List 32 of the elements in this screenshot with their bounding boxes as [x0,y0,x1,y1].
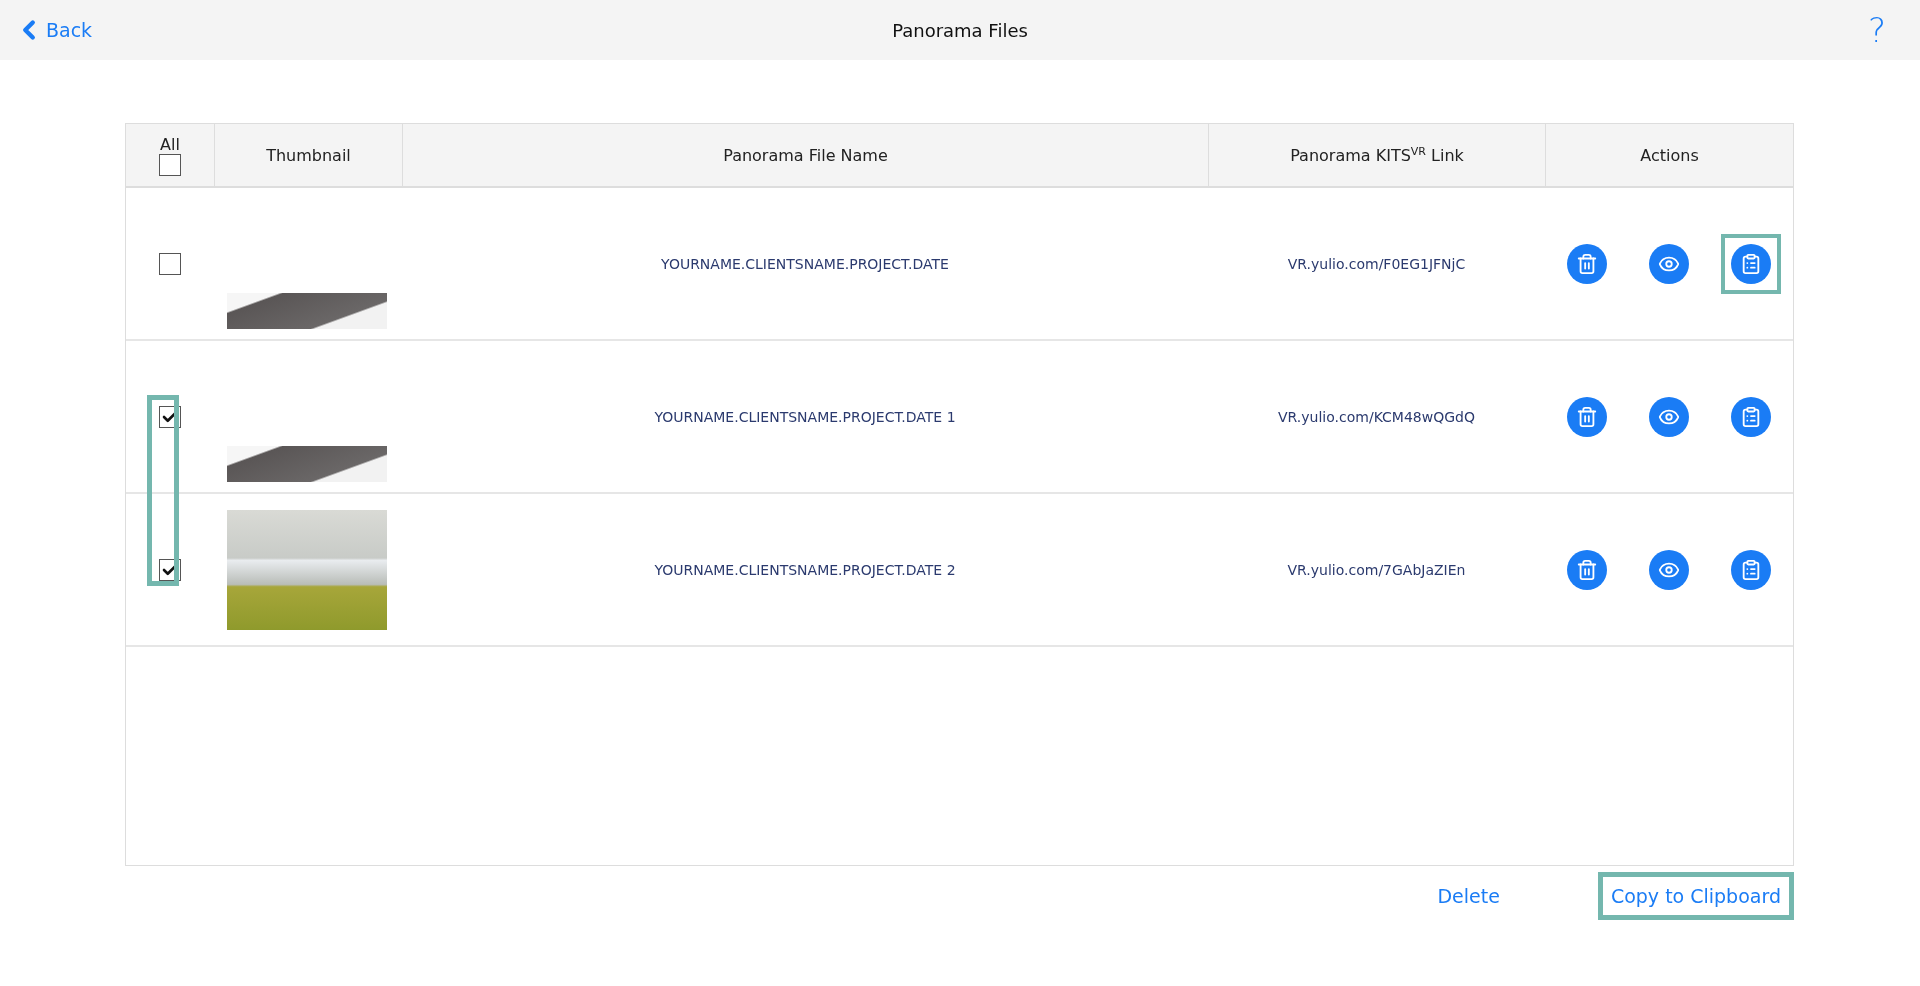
column-header: Panorama File Name [723,145,888,165]
link-text: VR.yulio.com/7GAbJaZIEn [1287,561,1466,578]
link-text: VR.yulio.com/F0EG1JFNjC [1287,255,1466,272]
clipboard-icon [1740,252,1762,275]
column-header: All [160,134,180,154]
clipboard-button[interactable] [1731,243,1771,284]
file-name: YOURNAME.CLIENTSNAME.PROJECT.DATE [661,255,949,272]
file-name: YOURNAME.CLIENTSNAME.PROJECT.DATE 2 [654,561,956,578]
column-header: Thumbnail [266,145,351,165]
trash-icon [1576,558,1598,581]
trash-icon [1576,252,1598,275]
view-button[interactable] [1649,396,1689,437]
delete-button[interactable] [1567,549,1607,590]
column-header: Panorama KITS$^{VR}$ Link [1290,144,1464,166]
file-name: YOURNAME.CLIENTSNAME.PROJECT.DATE 1 [654,408,956,425]
column-header: Actions [1640,145,1699,165]
page-title: Panorama Files [892,19,1028,41]
clipboard-icon [1740,405,1762,428]
clipboard-button[interactable] [1731,396,1771,437]
view-button[interactable] [1649,243,1689,284]
checkbox[interactable] [159,153,181,176]
checkbox[interactable] [159,252,181,275]
back-button[interactable]: Back [14,15,214,45]
delete-button[interactable] [1567,243,1607,284]
clipboard-button[interactable] [1731,549,1771,590]
footer-button[interactable]: Copy to Clipboard [1597,872,1794,920]
trash-icon [1576,405,1598,428]
clipboard-icon [1740,558,1762,581]
link-text: VR.yulio.com/KCM48wQGdQ [1278,408,1475,425]
delete-button[interactable] [1567,396,1607,437]
view-button[interactable] [1649,549,1689,590]
help-button[interactable]: ? [1706,10,1906,50]
